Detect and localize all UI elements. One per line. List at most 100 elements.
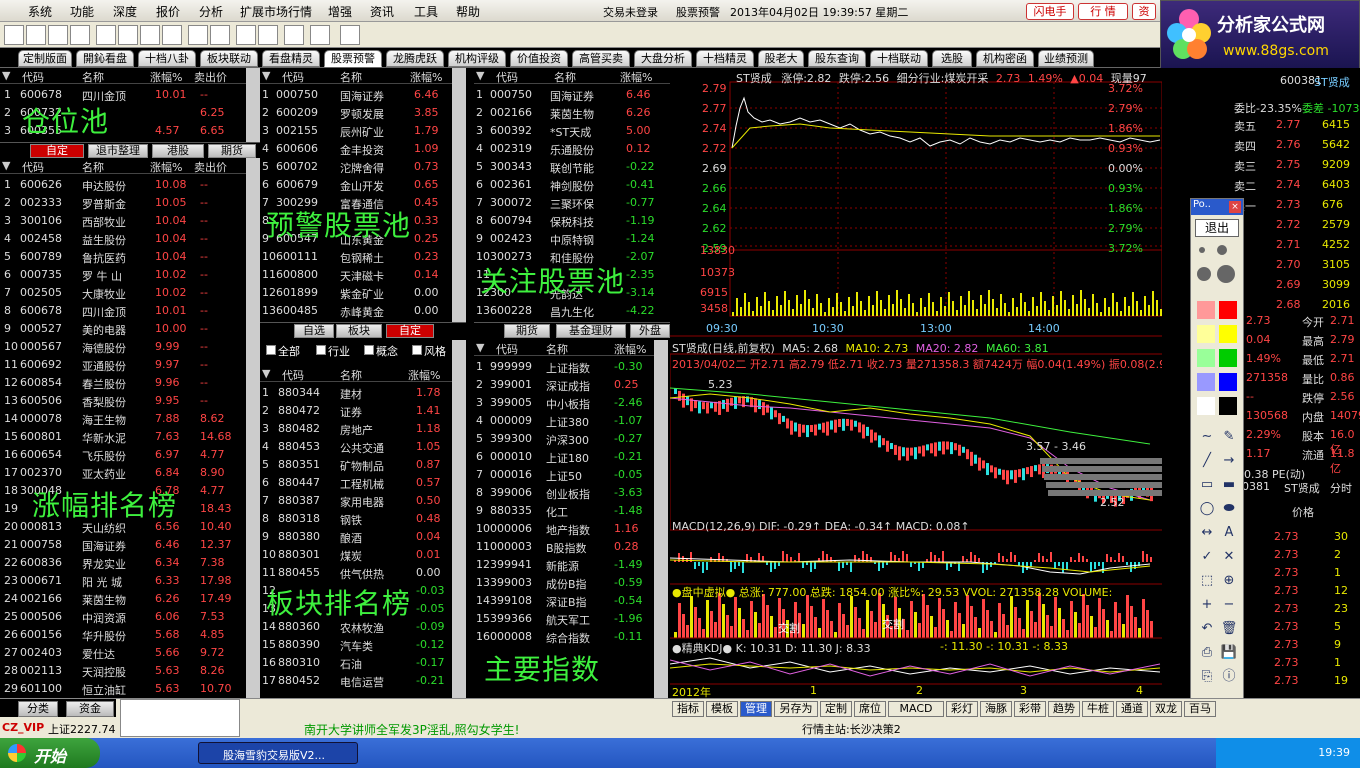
trade-button[interactable]: 资 [1132, 3, 1156, 20]
table-row[interactable]: 9 000527 美的电器 10.00 -- [0, 320, 246, 338]
indicator-tab-0[interactable]: 指标 [672, 701, 704, 717]
p5-col-1[interactable]: 名称 [340, 367, 362, 383]
table-row[interactable]: 26 600156 华升股份 5.68 4.85 [0, 626, 246, 644]
p4-col-1[interactable]: 名称 [554, 69, 576, 85]
p3sub-tab-1[interactable]: 板块 [336, 324, 382, 338]
table-row[interactable]: 4 000009 上证380 -1.07 [474, 412, 654, 430]
table-row[interactable]: 6 880447 工程机械 0.57 [260, 474, 456, 492]
table-row[interactable]: 10 000567 海德股份 9.99 -- [0, 338, 246, 356]
p3-col-1[interactable]: 名称 [340, 69, 362, 85]
filter-checkbox-2[interactable] [364, 345, 374, 355]
table-row[interactable]: 4 600606 金丰投资 1.09 [260, 140, 465, 158]
rect-tool-icon[interactable]: ▭ [1197, 475, 1217, 495]
toolbar-icon-13[interactable] [284, 25, 304, 45]
arrow-right-icon[interactable] [340, 25, 360, 45]
table-row[interactable]: 8 600794 保税科技 -1.19 [474, 212, 670, 230]
table-row[interactable]: 5 880351 矿物制品 0.87 [260, 456, 456, 474]
table-row[interactable]: 22 600836 界龙实业 6.34 7.38 [0, 554, 246, 572]
indicator-tab-13[interactable]: 双龙 [1150, 701, 1182, 717]
indicator-tab-8[interactable]: 海豚 [980, 701, 1012, 717]
p1sub-tab-0[interactable]: 自定 [30, 144, 84, 158]
p2-col-3[interactable]: 卖出价 [194, 159, 227, 175]
p2-col-1[interactable]: 名称 [82, 159, 104, 175]
p6-col-0[interactable]: 代码 [496, 341, 518, 357]
tab-10[interactable]: 大盘分析 [634, 50, 692, 67]
p6-col-1[interactable]: 名称 [546, 341, 568, 357]
table-row[interactable]: 3 300106 西部牧业 10.04 -- [0, 212, 246, 230]
p3-col-0[interactable]: 代码 [282, 69, 304, 85]
p4sub-tab-2[interactable]: 外盘 [630, 324, 670, 338]
p2sub-tab-1[interactable]: 资金 [66, 701, 114, 717]
bar-chart-icon[interactable] [70, 25, 90, 45]
filter-checkbox-0[interactable] [266, 345, 276, 355]
table-row[interactable]: 8 600678 四川金顶 10.01 -- [0, 302, 246, 320]
p3sub-tab-2[interactable]: 自定 [386, 324, 434, 338]
indicator-tab-11[interactable]: 牛桩 [1082, 701, 1114, 717]
table-row[interactable]: 1 600626 申达股份 10.08 -- [0, 176, 246, 194]
copy-tool-icon[interactable]: ⎘ [1197, 667, 1217, 687]
toolbar-icon-14[interactable] [310, 25, 330, 45]
table-row[interactable]: 9 880380 酿酒 0.04 [260, 528, 456, 546]
arrow-tool-icon[interactable]: → [1219, 451, 1239, 471]
tab-4[interactable]: 看盘精灵 [262, 50, 320, 67]
menu-analysis[interactable]: 分析 [199, 3, 223, 20]
indicator-tab-14[interactable]: 百马 [1184, 701, 1216, 717]
table-row[interactable]: 5 300343 联创节能 -0.22 [474, 158, 670, 176]
line-tool-icon[interactable]: ╱ [1197, 451, 1217, 471]
line-chart-icon[interactable] [48, 25, 68, 45]
p3sub-tab-0[interactable]: 自选 [294, 324, 334, 338]
tab-11[interactable]: 十档精灵 [696, 50, 754, 67]
table-row[interactable]: 12 601899 紫金矿业 0.00 [260, 284, 465, 302]
table-row[interactable]: 14 000078 海王生物 7.88 8.62 [0, 410, 246, 428]
table-row[interactable]: 2 399001 深证成指 0.25 [474, 376, 654, 394]
filter-checkbox-3[interactable] [412, 345, 422, 355]
scrollbar-p3[interactable] [452, 68, 466, 322]
scrollbar-p6[interactable] [654, 340, 668, 698]
table-row[interactable]: 13 600506 香梨股份 9.95 -- [0, 392, 246, 410]
p2-col-0[interactable]: 代码 [22, 159, 44, 175]
sort-icon[interactable]: ▼ [262, 367, 270, 380]
table-row[interactable]: 24 002166 莱茵生物 6.26 17.49 [0, 590, 246, 608]
color-swatch-light-2[interactable] [1197, 349, 1215, 367]
p4sub-tab-0[interactable]: 期货 [504, 324, 550, 338]
table-row[interactable]: 17 002370 亚太药业 6.84 8.90 [0, 464, 246, 482]
double-arrow-tool-icon[interactable]: ↔ [1197, 523, 1217, 543]
table-row[interactable]: 4 002458 益生股份 10.04 -- [0, 230, 246, 248]
table-row[interactable]: 5 600702 沱牌舍得 0.73 [260, 158, 465, 176]
p1sub-tab-2[interactable]: 港股 [152, 144, 204, 158]
color-swatch-dark-2[interactable] [1219, 349, 1237, 367]
table-row[interactable]: 16 600654 飞乐股份 6.97 4.77 [0, 446, 246, 464]
table-row[interactable]: 3 600392 *ST天成 5.00 [474, 122, 670, 140]
p1-col-2[interactable]: 涨幅% [150, 69, 182, 85]
news-marquee[interactable]: 南开大学讲师全军发3P淫乱,照勾女学生! [304, 721, 520, 738]
mini-icons[interactable] [120, 699, 240, 737]
table-row[interactable]: 7 300072 三聚环保 -0.77 [474, 194, 670, 212]
table-row[interactable]: 2 880472 证券 1.41 [260, 402, 456, 420]
color-swatch-light-0[interactable] [1197, 301, 1215, 319]
toolbar-icon-11[interactable] [236, 25, 256, 45]
toolbar-icon-6[interactable] [118, 25, 138, 45]
table-row[interactable]: 11 600692 亚通股份 9.97 -- [0, 356, 246, 374]
indicator-tab-9[interactable]: 彩带 [1014, 701, 1046, 717]
table-row[interactable]: 16 880310 石油 -0.17 [260, 654, 456, 672]
table-row[interactable]: 10 600111 包钢稀土 0.23 [260, 248, 465, 266]
tab-5[interactable]: 股票预警 [324, 50, 382, 67]
flash-trade-button[interactable]: 闪电手 [1026, 3, 1074, 20]
tab-8[interactable]: 价值投资 [510, 50, 568, 67]
table-row[interactable]: 10 880301 煤炭 0.01 [260, 546, 456, 564]
table-row[interactable]: 12 399941 新能源 -1.49 [474, 556, 654, 574]
palette-exit-button[interactable]: 退出 [1195, 219, 1239, 237]
table-row[interactable]: 6 600679 金山开发 0.65 [260, 176, 465, 194]
table-row[interactable]: 2 002333 罗普斯金 10.05 -- [0, 194, 246, 212]
color-swatch-dark-1[interactable] [1219, 325, 1237, 343]
table-row[interactable]: 6 002361 神剑股份 -0.41 [474, 176, 670, 194]
undo-tool-icon[interactable]: ↶ [1197, 619, 1217, 639]
table-row[interactable]: 14 399108 深证B指 -0.54 [474, 592, 654, 610]
check-tool-icon[interactable]: ✓ [1197, 547, 1217, 567]
p4-col-0[interactable]: 代码 [496, 69, 518, 85]
indicator-tab-10[interactable]: 趋势 [1048, 701, 1080, 717]
sort-icon[interactable]: ▼ [476, 69, 484, 82]
menu-system[interactable]: 系统 [28, 3, 52, 20]
p6-col-2[interactable]: 涨幅% [614, 341, 646, 357]
scrollbar-p2[interactable] [246, 158, 260, 698]
